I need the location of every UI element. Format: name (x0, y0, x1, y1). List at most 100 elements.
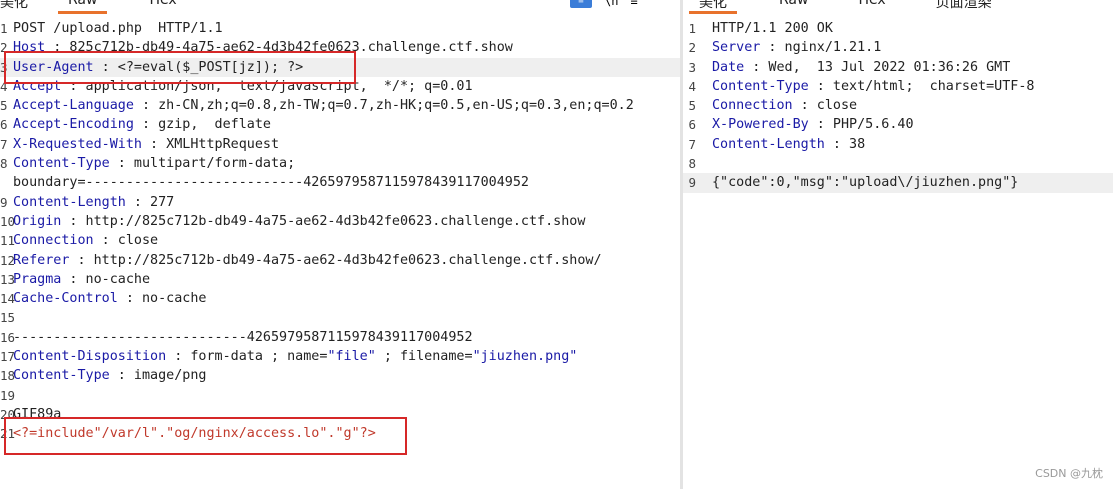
line-text: HTTP/1.1 200 OK (712, 19, 833, 38)
line-text: X-Requested-With : XMLHttpRequest (13, 135, 279, 154)
tab-hex[interactable]: Hex (858, 0, 885, 12)
line-segment: ; filename= (375, 349, 473, 365)
code-line: 6 X-Powered-By : PHP/5.6.40 (683, 115, 1113, 134)
header-name: Connection (712, 98, 793, 114)
php-payload-highlight-box (4, 417, 407, 455)
line-number: 19 (0, 387, 16, 403)
tab-render[interactable]: 页面渲染 (936, 0, 992, 12)
line-segment: : http://825c712b-db49-4a75-ae62-4d3b42f… (61, 213, 586, 229)
request-pane: 美化 Raw Hex ≡ \n ≡ 1 POST /upload.php HTTP… (0, 0, 680, 489)
line-number: 5 (688, 98, 696, 114)
line-segment: : PHP/5.6.40 (808, 117, 914, 133)
header-name: Content-Type (712, 78, 809, 94)
line-number: 15 (0, 310, 16, 326)
code-line: 9 Content-Length : 277 (0, 193, 680, 212)
line-segment: : no-cache (117, 291, 207, 307)
line-number: 2 (688, 40, 696, 56)
header-name: Content-Disposition (13, 349, 167, 365)
tab-pretty[interactable]: 美化 (0, 0, 28, 12)
user-agent-highlight-box (4, 51, 356, 84)
line-segment: POST /upload.php HTTP/1.1 (13, 21, 223, 36)
line-segment: : zh-CN,zh;q=0.8,zh-TW;q=0.7,zh-HK;q=0.5… (133, 98, 634, 114)
line-text: boundary=---------------------------4265… (13, 173, 529, 192)
line-number: 10 (0, 213, 16, 229)
line-segment: {"code":0,"msg":"upload\/jiuzhen.png"} (712, 175, 1019, 191)
line-text: Accept-Language : zh-CN,zh;q=0.8,zh-TW;q… (13, 96, 634, 115)
line-number: 7 (688, 136, 696, 152)
code-line: 6 Accept-Encoding : gzip, deflate (0, 115, 680, 134)
line-number: 12 (0, 252, 16, 268)
line-number: 11 (0, 233, 16, 249)
line-segment: : image/png (109, 368, 207, 384)
header-name: Connection (13, 233, 94, 249)
line-number: 7 (0, 136, 8, 152)
line-number: 9 (688, 175, 696, 191)
line-number: 4 (688, 78, 696, 94)
code-line: 7 Content-Length : 38 (683, 135, 1113, 154)
request-tabs: 美化 Raw Hex (0, 0, 177, 14)
line-segment: -----------------------------42659795871… (13, 329, 473, 345)
line-number: 17 (0, 349, 16, 365)
tab-hex[interactable]: Hex (149, 0, 176, 12)
line-number: 6 (688, 117, 696, 133)
code-line: 17 Content-Disposition : form-data ; name… (0, 347, 680, 366)
line-number: 1 (688, 21, 696, 36)
line-text: Content-Type : text/html; charset=UTF-8 (712, 77, 1034, 96)
code-line: 14 Cache-Control : no-cache (0, 289, 680, 308)
menu-icon[interactable]: ≡ (630, 0, 637, 8)
line-number: 6 (0, 117, 8, 133)
response-tabs: 美化 Raw Hex 页面渲染 (689, 0, 992, 14)
format-icon[interactable]: ≡ (570, 0, 592, 8)
newline-icon[interactable]: \n (604, 0, 618, 8)
code-line: 13 Pragma : no-cache (0, 270, 680, 289)
header-name: Accept-Language (13, 98, 134, 114)
line-segment: : 38 (824, 136, 866, 152)
line-segment: "jiuzhen.png" (472, 349, 578, 365)
code-line: 9 {"code":0,"msg":"upload\/jiuzhen.png"} (683, 173, 1113, 193)
header-name: Cache-Control (13, 291, 118, 307)
code-line: 12 Referer : http://825c712b-db49-4a75-ae… (0, 251, 680, 270)
line-text: Cache-Control : no-cache (13, 289, 207, 308)
response-editor[interactable]: 1 HTTP/1.1 200 OK 2 Server : nginx/1.21.1 3 D… (683, 19, 1113, 193)
header-name: Content-Type (13, 156, 110, 172)
line-text: POST /upload.php HTTP/1.1 (13, 19, 223, 38)
header-name: Content-Length (13, 194, 126, 210)
header-name: Pragma (13, 271, 62, 287)
line-segment: : text/html; charset=UTF-8 (808, 78, 1035, 94)
code-line: 15 (0, 308, 680, 327)
line-number: 3 (688, 59, 696, 75)
line-segment: : 277 (125, 194, 175, 210)
line-segment: : multipart/form-data; (109, 156, 296, 172)
header-name: X-Powered-By (712, 117, 809, 133)
tab-raw[interactable]: Raw (779, 0, 808, 12)
line-number: 13 (0, 271, 16, 287)
csdn-watermark: CSDN @九枕 (1035, 467, 1103, 480)
header-name: X-Requested-With (13, 136, 142, 152)
line-number: 9 (0, 194, 8, 210)
tab-raw[interactable]: Raw (57, 0, 109, 14)
code-line: 2 Server : nginx/1.21.1 (683, 38, 1113, 57)
line-segment: : form-data ; name= (166, 349, 328, 365)
code-line: 1 HTTP/1.1 200 OK (683, 19, 1113, 38)
line-number: 8 (688, 156, 696, 172)
line-number: 18 (0, 368, 16, 384)
line-text: Content-Length : 277 (13, 193, 174, 212)
line-text: Origin : http://825c712b-db49-4a75-ae62-… (13, 212, 585, 231)
code-line: 1 POST /upload.php HTTP/1.1 (0, 19, 680, 38)
code-line: 16 -----------------------------426597958… (0, 328, 680, 347)
code-line: 10 Origin : http://825c712b-db49-4a75-ae6… (0, 212, 680, 231)
tab-pretty[interactable]: 美化 (689, 0, 737, 14)
line-segment: : nginx/1.21.1 (760, 40, 882, 56)
response-pane: 美化 Raw Hex 页面渲染 1 HTTP/1.1 200 OK 2 Server … (683, 0, 1113, 489)
line-text: {"code":0,"msg":"upload\/jiuzhen.png"} (712, 173, 1018, 192)
line-segment: : close (792, 98, 858, 114)
line-segment: : http://825c712b-db49-4a75-ae62-4d3b42f… (69, 252, 602, 268)
code-line: 11 Connection : close (0, 231, 680, 250)
code-line: 7 X-Requested-With : XMLHttpRequest (0, 135, 680, 154)
line-number: 14 (0, 291, 16, 307)
header-name: Referer (13, 252, 70, 268)
line-text: Server : nginx/1.21.1 (712, 38, 881, 57)
header-name: Date (712, 59, 745, 75)
line-text: Connection : close (13, 231, 158, 250)
line-segment: : close (93, 233, 159, 249)
